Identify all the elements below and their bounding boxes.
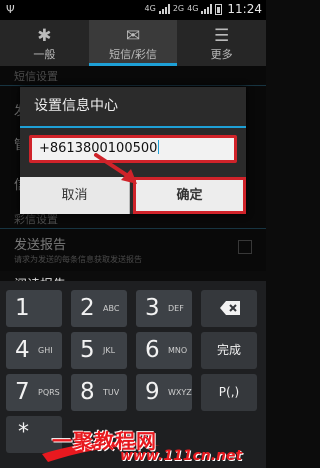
dialog-title: 设置信息中心 <box>20 87 246 128</box>
key-4[interactable]: 4 GHI <box>6 332 62 369</box>
tab-general-label: 一般 <box>33 48 56 61</box>
settings-tabs: ✱ 一般 ✉ 短信/彩信 ☰ 更多 <box>0 20 266 66</box>
key-6[interactable]: 6 MNO <box>136 332 192 369</box>
sms-center-dialog: 设置信息中心 +8613800100500 取消 确定 <box>20 87 246 214</box>
gear-icon: ✱ <box>37 26 52 46</box>
key-5[interactable]: 5 JKL <box>71 332 127 369</box>
tab-more-label: 更多 <box>210 48 233 61</box>
key-1[interactable]: 1 <box>6 290 62 327</box>
key-3[interactable]: 3 DEF <box>136 290 192 327</box>
clock: 11:24 <box>227 2 262 16</box>
signal-icon <box>158 4 170 14</box>
sms-center-input-value: +8613800100500 <box>39 141 158 156</box>
watermark-url: www.111cn.net <box>120 448 243 464</box>
tab-more[interactable]: ☰ 更多 <box>177 20 266 66</box>
key-2[interactable]: 2 ABC <box>71 290 127 327</box>
status-bar: Ψ 4G 2G 4G 11:24 <box>0 0 266 20</box>
key-9[interactable]: 9 WXYZ <box>136 374 192 411</box>
text-cursor <box>158 140 160 154</box>
ok-button[interactable]: 确定 <box>133 177 246 214</box>
backspace-icon <box>220 301 240 315</box>
backspace-key[interactable] <box>201 290 257 327</box>
network-type-1: 4G <box>144 4 156 13</box>
key-8[interactable]: 8 TUV <box>71 374 127 411</box>
key-7[interactable]: 7 PQRS <box>6 374 62 411</box>
tab-general[interactable]: ✱ 一般 <box>0 20 89 66</box>
cancel-button[interactable]: 取消 <box>20 177 130 214</box>
tab-sms-mms-label: 短信/彩信 <box>109 48 157 61</box>
pause-key[interactable]: P(,) <box>201 374 257 411</box>
usb-icon: Ψ <box>6 3 15 16</box>
message-settings-icon: ✉ <box>125 26 141 46</box>
sms-center-input[interactable]: +8613800100500 <box>29 135 237 163</box>
battery-icon <box>215 3 223 15</box>
network-type-3: 4G <box>187 4 199 13</box>
signal-icon-2 <box>201 4 213 14</box>
network-type-2: 2G <box>172 4 185 13</box>
tab-sms-mms[interactable]: ✉ 短信/彩信 <box>88 20 178 66</box>
done-key[interactable]: 完成 <box>201 332 257 369</box>
more-settings-icon: ☰ <box>214 26 230 46</box>
